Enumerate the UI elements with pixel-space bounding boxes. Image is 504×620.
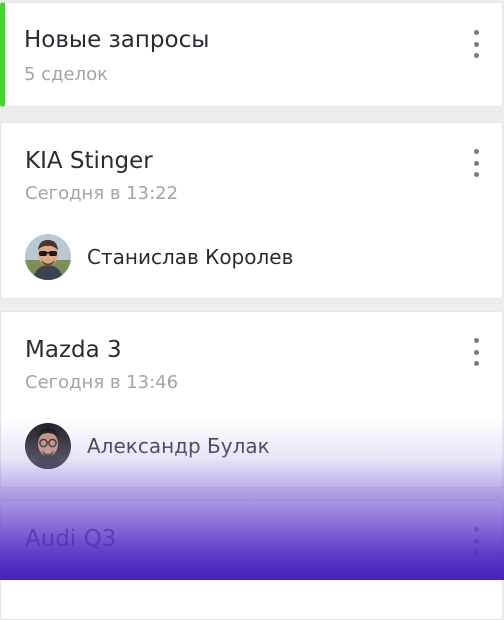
deal-contact[interactable]: Станислав Королев (25, 233, 293, 281)
stage-deal-count: 5 сделок (24, 64, 108, 85)
deal-card[interactable]: Audi Q3 Сегодня в 14:04 (0, 500, 503, 620)
contact-name: Александр Булак (87, 434, 270, 458)
more-vertical-icon[interactable] (470, 338, 482, 366)
deal-card[interactable]: KIA Stinger Сегодня в 13:22 Станислав Ко… (0, 122, 503, 299)
deal-time: Сегодня в 13:22 (25, 183, 179, 204)
deal-contact[interactable]: Александр Булак (25, 422, 270, 470)
deal-title: KIA Stinger (25, 148, 153, 174)
deal-title: Mazda 3 (25, 337, 122, 363)
stage-header-card[interactable]: Новые запросы 5 сделок (0, 2, 503, 107)
avatar (25, 423, 71, 469)
more-vertical-icon[interactable] (470, 149, 482, 177)
more-vertical-icon[interactable] (470, 30, 482, 58)
stage-title: Новые запросы (24, 27, 210, 53)
deal-card[interactable]: Mazda 3 Сегодня в 13:46 Александр Булак (0, 311, 503, 488)
more-vertical-icon[interactable] (470, 527, 482, 555)
deal-time: Сегодня в 13:46 (25, 372, 179, 393)
avatar (25, 234, 71, 280)
deal-title: Audi Q3 (25, 526, 117, 552)
deal-time: Сегодня в 14:04 (25, 561, 179, 582)
contact-name: Станислав Королев (87, 245, 294, 269)
